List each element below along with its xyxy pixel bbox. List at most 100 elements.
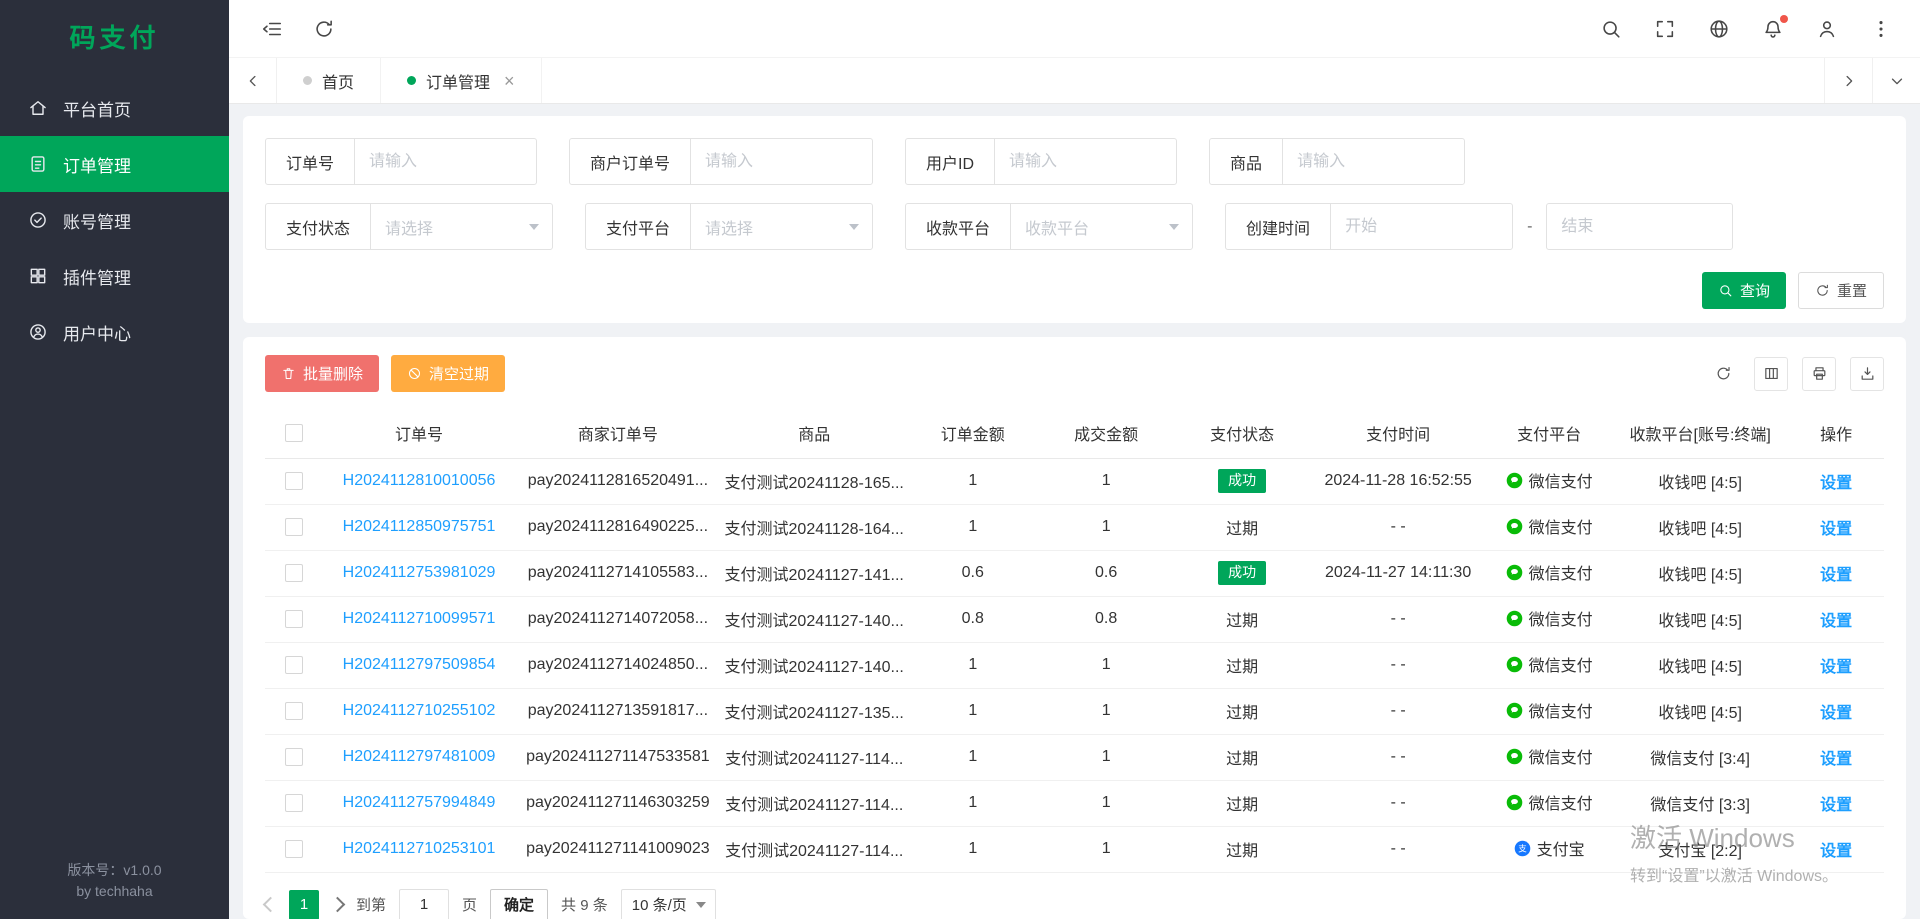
settings-link[interactable]: 设置: [1820, 751, 1852, 768]
sidebar-item-platform-home[interactable]: 平台首页: [0, 80, 229, 136]
tab-order-management[interactable]: 订单管理 ×: [381, 58, 542, 103]
page-next-icon[interactable]: [330, 897, 346, 913]
collapse-sidebar-icon[interactable]: [261, 18, 283, 40]
pay-platform-select[interactable]: 请选择: [690, 203, 873, 250]
batch-delete-label: 批量删除: [303, 363, 363, 384]
order-no-link[interactable]: H2024112757994849: [343, 794, 496, 811]
col-header-status: 支付状态: [1174, 408, 1310, 458]
settings-link[interactable]: 设置: [1820, 797, 1852, 814]
row-checkbox[interactable]: [285, 702, 303, 720]
account-icon: [28, 210, 48, 230]
table-toolbar: 批量删除 清空过期: [265, 355, 1884, 392]
table-row: H2024112757994849 pay202411271146303259 …: [265, 780, 1884, 826]
receive-platform-select[interactable]: 收款平台: [1010, 203, 1193, 250]
row-checkbox[interactable]: [285, 564, 303, 582]
create-time-start-input[interactable]: [1330, 203, 1513, 250]
sidebar-item-account-management[interactable]: 账号管理: [0, 192, 229, 248]
user-id-input[interactable]: [994, 138, 1177, 185]
select-placeholder: 请选择: [705, 215, 753, 239]
fullscreen-icon[interactable]: [1654, 18, 1676, 40]
clear-expired-button[interactable]: 清空过期: [391, 355, 505, 392]
tabs-scroll-left-icon[interactable]: [229, 58, 277, 103]
merchant-no-cell: pay202411271141009023: [515, 826, 721, 872]
order-no-link[interactable]: H2024112710099571: [343, 610, 496, 627]
row-checkbox[interactable]: [285, 610, 303, 628]
page-size-value: 10 条/页: [632, 894, 687, 915]
app-logo: 码支付: [0, 0, 229, 72]
sidebar-item-plugin-management[interactable]: 插件管理: [0, 248, 229, 304]
tabs-scroll-right-icon[interactable]: [1824, 58, 1872, 103]
order-icon: [28, 154, 48, 174]
paid-cell: 1: [1038, 642, 1174, 688]
order-no-link[interactable]: H2024112797481009: [343, 748, 496, 765]
goto-page-input[interactable]: [399, 889, 449, 919]
tab-close-icon[interactable]: ×: [504, 72, 515, 90]
paid-cell: 1: [1038, 504, 1174, 550]
settings-link[interactable]: 设置: [1820, 567, 1852, 584]
amount-cell: 1: [907, 734, 1038, 780]
page-prev-icon[interactable]: [263, 897, 279, 913]
create-time-end-input[interactable]: [1546, 203, 1733, 250]
status-text: 过期: [1174, 734, 1310, 780]
settings-link[interactable]: 设置: [1820, 475, 1852, 492]
export-icon[interactable]: [1850, 357, 1884, 391]
order-no-link[interactable]: H2024112710253101: [343, 840, 496, 857]
page-size-select[interactable]: 10 条/页: [621, 889, 716, 919]
goto-confirm-button[interactable]: 确定: [490, 889, 548, 919]
row-checkbox[interactable]: [285, 518, 303, 536]
pay-status-select[interactable]: 请选择: [370, 203, 553, 250]
reset-button[interactable]: 重置: [1798, 272, 1884, 309]
row-checkbox[interactable]: [285, 840, 303, 858]
status-badge: 成功: [1218, 561, 1266, 584]
column-filter-icon[interactable]: [1754, 357, 1788, 391]
settings-link[interactable]: 设置: [1820, 521, 1852, 538]
goto-prefix: 到第: [356, 894, 386, 915]
merchant-no-cell: pay2024112816520491...: [515, 458, 721, 504]
order-no-link[interactable]: H2024112797509854: [343, 656, 496, 673]
page-number-current[interactable]: 1: [289, 890, 319, 919]
print-icon[interactable]: [1802, 357, 1836, 391]
merchant-no-input[interactable]: [690, 138, 873, 185]
paid-cell: 1: [1038, 780, 1174, 826]
table-refresh-icon[interactable]: [1706, 357, 1740, 391]
sidebar-item-order-management[interactable]: 订单管理: [0, 136, 229, 192]
merchant-no-cell: pay2024112714024850...: [515, 642, 721, 688]
user-avatar-icon[interactable]: [1816, 18, 1838, 40]
row-checkbox[interactable]: [285, 656, 303, 674]
order-no-link[interactable]: H2024112753981029: [343, 564, 496, 581]
order-no-link[interactable]: H2024112810010056: [343, 472, 496, 489]
filter-label: 支付平台: [585, 203, 691, 250]
tab-home[interactable]: 首页: [277, 58, 381, 103]
product-cell: 支付测试20241127-135...: [721, 688, 907, 734]
amount-cell: 1: [907, 458, 1038, 504]
top-header: [229, 0, 1920, 58]
pay-time-cell: - -: [1310, 642, 1486, 688]
search-button[interactable]: 查询: [1702, 272, 1786, 309]
product-input[interactable]: [1282, 138, 1465, 185]
platform-cell: 支支付宝: [1514, 836, 1585, 860]
tabs-dropdown-icon[interactable]: [1872, 58, 1920, 103]
settings-link[interactable]: 设置: [1820, 705, 1852, 722]
refresh-page-icon[interactable]: [313, 18, 335, 40]
batch-delete-button[interactable]: 批量删除: [265, 355, 379, 392]
search-icon[interactable]: [1600, 18, 1622, 40]
row-checkbox[interactable]: [285, 472, 303, 490]
order-no-link[interactable]: H2024112710255102: [343, 702, 496, 719]
order-no-input[interactable]: [354, 138, 537, 185]
row-checkbox[interactable]: [285, 748, 303, 766]
filter-receive-platform: 收款平台 收款平台: [905, 203, 1193, 250]
tab-dot: [303, 76, 312, 85]
more-menu-icon[interactable]: [1870, 18, 1892, 40]
receiver-cell: 收钱吧 [4:5]: [1612, 504, 1788, 550]
select-all-checkbox[interactable]: [285, 424, 303, 442]
settings-link[interactable]: 设置: [1820, 659, 1852, 676]
main-content: 订单号 商户订单号 用户ID 商品 支付状态 请选择: [229, 104, 1920, 919]
settings-link[interactable]: 设置: [1820, 613, 1852, 630]
order-no-link[interactable]: H2024112850975751: [343, 518, 496, 535]
sidebar-item-user-center[interactable]: 用户中心: [0, 304, 229, 360]
row-checkbox[interactable]: [285, 794, 303, 812]
notification-bell-icon[interactable]: [1762, 18, 1784, 40]
language-globe-icon[interactable]: [1708, 18, 1730, 40]
sidebar-menu: 平台首页 订单管理 账号管理 插件管理 用户中心: [0, 80, 229, 360]
settings-link[interactable]: 设置: [1820, 843, 1852, 860]
